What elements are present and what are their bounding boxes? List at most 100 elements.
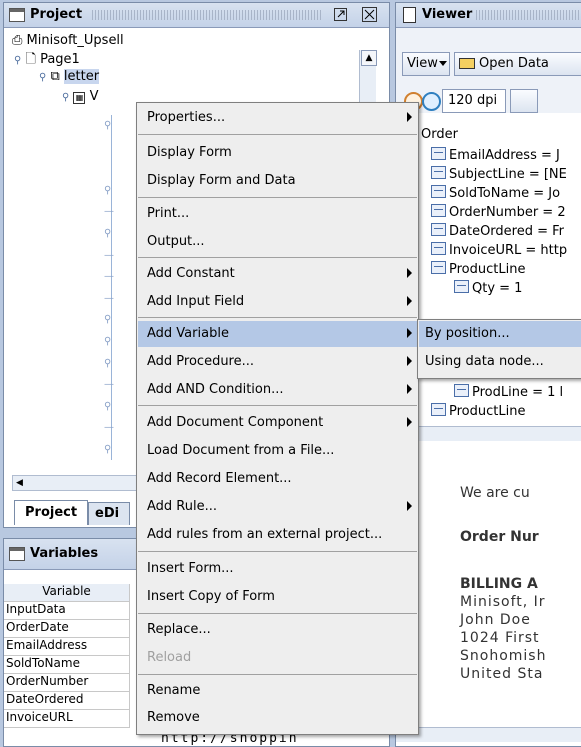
doc-scrollbar[interactable] (396, 727, 581, 742)
dpi-field[interactable]: 120 dpi (442, 89, 506, 113)
data-node-order[interactable]: Order (421, 127, 458, 142)
menu-item-label: Properties... (147, 110, 226, 125)
menu-item-rename[interactable]: Rename (138, 678, 417, 704)
menu-item-insert-form[interactable]: Insert Form... (138, 556, 417, 582)
menu-item-add-input-field[interactable]: Add Input Field (138, 289, 417, 315)
data-node[interactable]: Qty = 1 (454, 280, 522, 296)
menu-item-replace[interactable]: Replace... (138, 617, 417, 643)
tree-root[interactable]: ⎙ Minisoft_Upsell (12, 33, 124, 48)
table-row[interactable]: OrderNumber (4, 674, 130, 692)
data-node[interactable]: DateOrdered = Fr (431, 223, 564, 239)
doc-line: We are cu (460, 485, 530, 501)
table-row[interactable]: SoldToName (4, 656, 130, 674)
zoom-in-icon[interactable] (422, 92, 441, 111)
menu-item-label: Add Variable (147, 326, 229, 341)
menu-separator (138, 134, 417, 135)
tree-v[interactable]: ⚲ ▦ V (62, 89, 99, 104)
data-node-label: SoldToName = Jo (449, 186, 561, 201)
menu-item-add-document-component[interactable]: Add Document Component (138, 410, 417, 436)
menu-item-label: Display Form and Data (147, 173, 296, 188)
submenu-arrow-icon (407, 501, 412, 511)
project-tab-label: Project (25, 505, 78, 520)
submenu-item-using-data-node[interactable]: Using data node... (419, 349, 581, 375)
tree-letter-label: letter (63, 69, 100, 84)
table-row[interactable]: InputData (4, 602, 130, 620)
menu-item-insert-copy-of-form[interactable]: Insert Copy of Form (138, 584, 417, 610)
table-row[interactable]: OrderDate (4, 620, 130, 638)
chevron-down-icon (439, 61, 447, 66)
table-row[interactable]: InvoiceURL (4, 710, 130, 728)
data-node[interactable]: SoldToName = Jo (431, 185, 560, 201)
data-node[interactable]: InvoiceURL = http (431, 242, 567, 258)
submenu-item-by-position[interactable]: By position... (419, 321, 581, 347)
table-row[interactable]: DateOrdered (4, 692, 130, 710)
tree-hscrollbar[interactable]: ◀ (12, 475, 142, 491)
doc-line: BILLING A (460, 576, 538, 592)
menu-item-add-rules-external[interactable]: Add rules from an external project... (138, 522, 417, 548)
data-node[interactable]: OrderNumber = 2 (431, 204, 566, 220)
scroll-up-icon[interactable]: ▲ (361, 50, 377, 66)
printer-icon: ⎙ (12, 33, 23, 48)
expand-icon[interactable]: ⚲ (62, 92, 69, 103)
menu-separator (138, 197, 417, 198)
data-node-label: DateOrdered = Fr (449, 224, 565, 239)
menu-item-label: Insert Form... (147, 561, 234, 576)
view-menu-button[interactable]: View (402, 52, 450, 76)
menu-item-label: Add Record Element... (147, 471, 292, 486)
menu-item-label: Add Input Field (147, 294, 245, 309)
doc-line: Snohomish (460, 648, 547, 664)
menu-item-add-rule[interactable]: Add Rule... (138, 494, 417, 520)
menu-item-add-procedure[interactable]: Add Procedure... (138, 349, 417, 375)
menu-item-display-form-and-data[interactable]: Display Form and Data (138, 168, 417, 194)
tree-root-label: Minisoft_Upsell (26, 33, 124, 48)
column-guides-icon[interactable] (510, 89, 538, 113)
page-icon: 🗋 (25, 52, 36, 67)
data-node[interactable]: SubjectLine = [NE (431, 166, 567, 182)
expand-icon[interactable]: ⚲ (14, 55, 21, 66)
data-node-label: EmailAddress = J (449, 148, 560, 163)
form-icon: ▦ (73, 92, 86, 104)
project-tab[interactable]: Project (14, 500, 88, 525)
data-node-label: OrderNumber = 2 (449, 205, 566, 220)
menu-item-load-document[interactable]: Load Document from a File... (138, 438, 417, 464)
data-node[interactable]: EmailAddress = J (431, 147, 560, 163)
submenu-arrow-icon (407, 384, 412, 394)
table-row[interactable]: EmailAddress (4, 638, 130, 656)
variable-name: OrderNumber (6, 674, 89, 688)
submenu-arrow-icon (407, 268, 412, 278)
data-node[interactable]: ProductLine (431, 261, 525, 277)
variable-column-header[interactable]: Variable (4, 584, 130, 602)
menu-item-add-constant[interactable]: Add Constant (138, 261, 417, 287)
menu-item-label: Display Form (147, 145, 232, 160)
menu-item-remove[interactable]: Remove (138, 705, 417, 731)
title-grip (92, 10, 322, 20)
menu-item-print[interactable]: Print... (138, 201, 417, 227)
variable-name: EmailAddress (6, 638, 88, 652)
tree-letter[interactable]: ⚲ ⧉ letter (39, 69, 100, 84)
data-node-label: ProductLine (449, 262, 526, 277)
menu-item-display-form[interactable]: Display Form (138, 140, 417, 166)
expand-icon[interactable]: ⚲ (39, 72, 46, 83)
menu-item-label: Load Document from a File... (147, 443, 335, 458)
doc-line: Minisoft, Ir (460, 594, 546, 610)
doc-line: John Doe (460, 612, 531, 628)
undock-icon[interactable] (334, 8, 347, 21)
menu-separator (138, 257, 417, 258)
menu-item-reload: Reload (138, 645, 417, 671)
data-tree-scrollbar[interactable] (396, 426, 581, 441)
menu-item-add-record-element[interactable]: Add Record Element... (138, 466, 417, 492)
close-icon[interactable] (362, 7, 377, 22)
menu-item-label: Add rules from an external project... (147, 527, 383, 542)
menu-item-add-variable[interactable]: Add Variable (138, 321, 417, 347)
variable-name: DateOrdered (6, 692, 84, 706)
dpi-value: 120 dpi (448, 93, 498, 108)
doc-line: Order Nur (460, 529, 539, 545)
menu-item-properties[interactable]: Properties... (138, 105, 417, 131)
menu-item-output[interactable]: Output... (138, 229, 417, 255)
edi-tab[interactable]: eDi (88, 502, 130, 525)
field-icon (431, 261, 446, 274)
data-node[interactable]: ProductLine (431, 403, 525, 419)
menu-item-add-and-condition[interactable]: Add AND Condition... (138, 377, 417, 403)
data-node[interactable]: ProdLine = 1 l (454, 384, 563, 400)
open-data-button[interactable]: Open Data (454, 52, 581, 76)
